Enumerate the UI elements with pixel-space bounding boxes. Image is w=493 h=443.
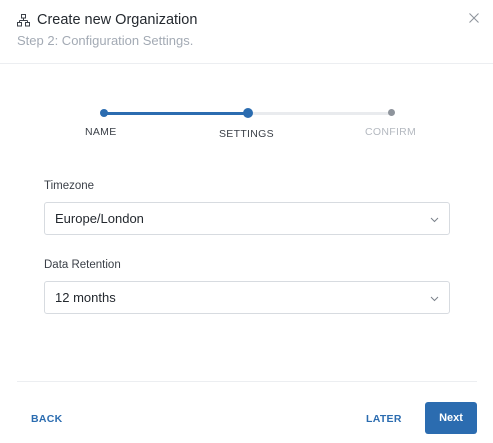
data-retention-value: 12 months: [55, 290, 116, 305]
data-retention-select[interactable]: 12 months: [44, 281, 450, 314]
step-label-name: NAME: [85, 126, 117, 138]
step-dot-confirm: [388, 109, 395, 116]
chevron-down-icon: [430, 296, 439, 302]
timezone-label: Timezone: [44, 180, 95, 192]
dialog-subtitle: Step 2: Configuration Settings.: [17, 33, 194, 48]
later-button[interactable]: LATER: [366, 413, 402, 425]
dialog-header: Create new Organization Step 2: Configur…: [0, 0, 493, 64]
stepper-track-completed: [104, 112, 248, 115]
back-button[interactable]: BACK: [31, 413, 63, 425]
step-dot-settings: [243, 108, 253, 118]
close-button[interactable]: [466, 10, 482, 26]
step-dot-name: [100, 109, 108, 117]
title-row: Create new Organization: [17, 10, 197, 30]
next-button[interactable]: Next: [425, 402, 477, 434]
timezone-value: Europe/London: [55, 211, 144, 226]
close-icon: [469, 13, 479, 23]
create-organization-dialog: Create new Organization Step 2: Configur…: [0, 0, 493, 443]
chevron-down-icon: [430, 217, 439, 223]
organization-icon: [17, 13, 30, 27]
data-retention-label: Data Retention: [44, 259, 121, 271]
step-label-confirm: CONFIRM: [365, 126, 417, 138]
stepper-track-pending: [248, 112, 392, 115]
progress-stepper: NAME SETTINGS CONFIRM: [60, 106, 440, 146]
footer-divider: [17, 381, 477, 382]
timezone-select[interactable]: Europe/London: [44, 202, 450, 235]
step-label-settings: SETTINGS: [219, 128, 274, 140]
dialog-title: Create new Organization: [37, 12, 198, 28]
